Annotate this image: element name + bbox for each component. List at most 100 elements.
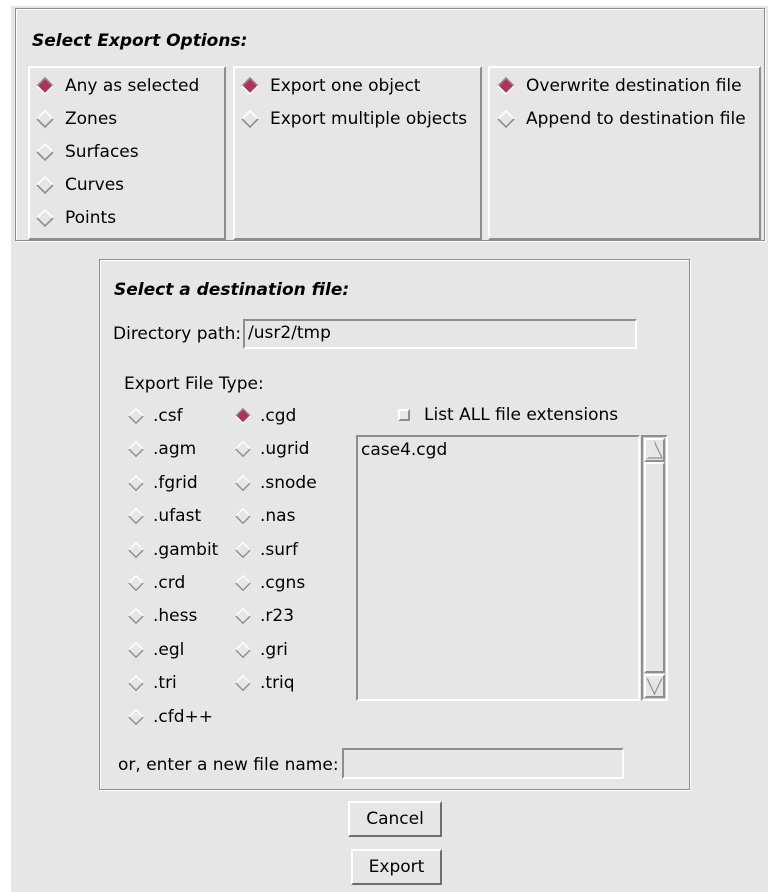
file-type-radio-label: .surf: [260, 539, 299, 560]
file-mode-radio[interactable]: Append to destination file: [496, 108, 746, 130]
scroll-down-arrow-button[interactable]: [644, 674, 665, 698]
file-type-radio[interactable]: .surf: [234, 539, 298, 561]
object-count-radio[interactable]: Export multiple objects: [240, 108, 467, 130]
radio-unselected-icon: [128, 441, 144, 458]
file-type-radio[interactable]: .hess: [127, 605, 197, 627]
selection-radio[interactable]: Curves: [35, 174, 124, 196]
destination-title: Select a destination file:: [114, 280, 350, 300]
cancel-button[interactable]: Cancel: [348, 801, 442, 837]
radio-unselected-icon: [235, 641, 251, 659]
file-type-radio-label: .fgrid: [153, 472, 198, 493]
file-type-radio[interactable]: .gri: [234, 639, 288, 661]
file-type-radio-label: .tri: [153, 673, 177, 694]
file-type-radio[interactable]: .egl: [127, 639, 184, 661]
radio-unselected-icon: [128, 474, 144, 492]
file-type-radio[interactable]: .agm: [127, 438, 196, 460]
file-mode-radio-label: Append to destination file: [526, 109, 746, 129]
file-type-radio[interactable]: .csf: [127, 405, 183, 427]
file-type-radio[interactable]: .snode: [234, 472, 317, 494]
file-type-radio-label: .cfd++: [153, 706, 214, 727]
file-mode-radio[interactable]: Overwrite destination file: [496, 75, 742, 97]
radio-selected-icon: [497, 76, 515, 96]
file-type-radio[interactable]: .r23: [234, 605, 294, 627]
radio-selected-icon: [235, 407, 251, 425]
file-mode-group: Overwrite destination file Append to dest…: [488, 66, 761, 240]
file-type-radio-label: .crd: [153, 573, 186, 593]
checkbox-box[interactable]: [398, 409, 410, 421]
radio-unselected-icon: [36, 109, 54, 129]
radio-selected-icon: [36, 76, 54, 96]
export-file-type-label: Export File Type:: [124, 374, 264, 394]
directory-path-input[interactable]: /usr2/tmp: [243, 319, 637, 349]
export-dialog: Select Export Options: Any as selected Zo…: [11, 6, 768, 892]
file-type-radio[interactable]: .cgd: [234, 405, 296, 427]
file-type-radio-label: .cgd: [260, 406, 297, 426]
selection-radio[interactable]: Surfaces: [35, 141, 139, 163]
selection-radio-label: Surfaces: [65, 142, 139, 162]
radio-unselected-icon: [235, 674, 251, 692]
file-type-radio-label: .agm: [153, 439, 197, 460]
radio-unselected-icon: [235, 608, 251, 625]
file-type-radio[interactable]: .cgns: [234, 572, 305, 594]
export-button[interactable]: Export: [351, 849, 442, 885]
selection-radio[interactable]: Zones: [35, 108, 117, 130]
radio-unselected-icon: [128, 674, 144, 692]
file-type-radio[interactable]: .cfd++: [127, 706, 213, 728]
file-type-radio-label: .hess: [153, 606, 198, 627]
radio-unselected-icon: [128, 541, 144, 558]
file-type-radio-label: .gambit: [153, 539, 219, 560]
file-type-radio[interactable]: .gambit: [127, 539, 218, 561]
file-type-radio-label: .ufast: [153, 506, 202, 527]
radio-unselected-icon: [36, 142, 54, 162]
file-type-radio[interactable]: .fgrid: [127, 472, 198, 494]
file-type-radio[interactable]: .crd: [127, 572, 185, 594]
radio-unselected-icon: [128, 641, 144, 659]
file-type-radio-label: .gri: [260, 639, 288, 660]
selection-radio[interactable]: Any as selected: [35, 75, 199, 97]
radio-unselected-icon: [128, 574, 144, 592]
file-type-radio[interactable]: .nas: [234, 505, 295, 527]
object-count-radio[interactable]: Export one object: [240, 75, 420, 97]
file-type-radio[interactable]: .ugrid: [234, 438, 309, 460]
file-list[interactable]: case4.cgd: [356, 435, 640, 701]
radio-unselected-icon: [235, 541, 251, 558]
selection-radio-label: Zones: [65, 109, 118, 129]
radio-unselected-icon: [241, 109, 259, 129]
selection-radio-label: Points: [65, 208, 117, 228]
export-options-frame: Select Export Options: Any as selected Zo…: [15, 8, 765, 241]
file-mode-radio-label: Overwrite destination file: [526, 76, 742, 96]
radio-unselected-icon: [36, 208, 54, 228]
scroll-up-arrow-button[interactable]: [644, 438, 665, 462]
selection-radio[interactable]: Points: [35, 207, 116, 229]
file-type-radio-label: .csf: [153, 406, 183, 426]
file-type-radio[interactable]: .ufast: [127, 505, 201, 527]
new-file-name-label: or, enter a new file name:: [118, 755, 339, 775]
scroll-down-arrow-icon: [646, 677, 663, 696]
file-type-radio-label: .egl: [153, 639, 185, 660]
new-file-name-input[interactable]: [342, 748, 624, 779]
list-all-extensions-checkbox[interactable]: List ALL file extensions: [398, 404, 618, 426]
scroll-up-arrow-icon: [646, 440, 663, 459]
object-count-radio-label: Export one object: [270, 76, 421, 96]
scroll-thumb[interactable]: [644, 462, 665, 673]
radio-unselected-icon: [235, 507, 251, 525]
file-type-radio[interactable]: .triq: [234, 672, 295, 694]
directory-path-label: Directory path:: [113, 324, 242, 344]
destination-frame: Select a destination file: Directory pat…: [99, 259, 690, 790]
radio-unselected-icon: [128, 507, 144, 525]
file-type-radio[interactable]: .tri: [127, 672, 177, 694]
radio-selected-icon: [241, 76, 259, 96]
file-list-item[interactable]: case4.cgd: [361, 439, 635, 461]
radio-unselected-icon: [235, 574, 251, 592]
file-type-radio-label: .r23: [260, 606, 295, 627]
file-type-radio-label: .ugrid: [260, 439, 310, 460]
file-type-radio-label: .nas: [260, 506, 296, 527]
list-all-extensions-label: List ALL file extensions: [424, 405, 619, 425]
file-type-radio-label: .cgns: [260, 573, 306, 593]
object-count-radio-label: Export multiple objects: [270, 109, 468, 129]
radio-unselected-icon: [235, 441, 251, 458]
file-type-radio-label: .snode: [260, 472, 317, 493]
radio-unselected-icon: [128, 407, 144, 425]
file-list-scrollbar[interactable]: [641, 435, 668, 701]
radio-unselected-icon: [36, 175, 54, 195]
